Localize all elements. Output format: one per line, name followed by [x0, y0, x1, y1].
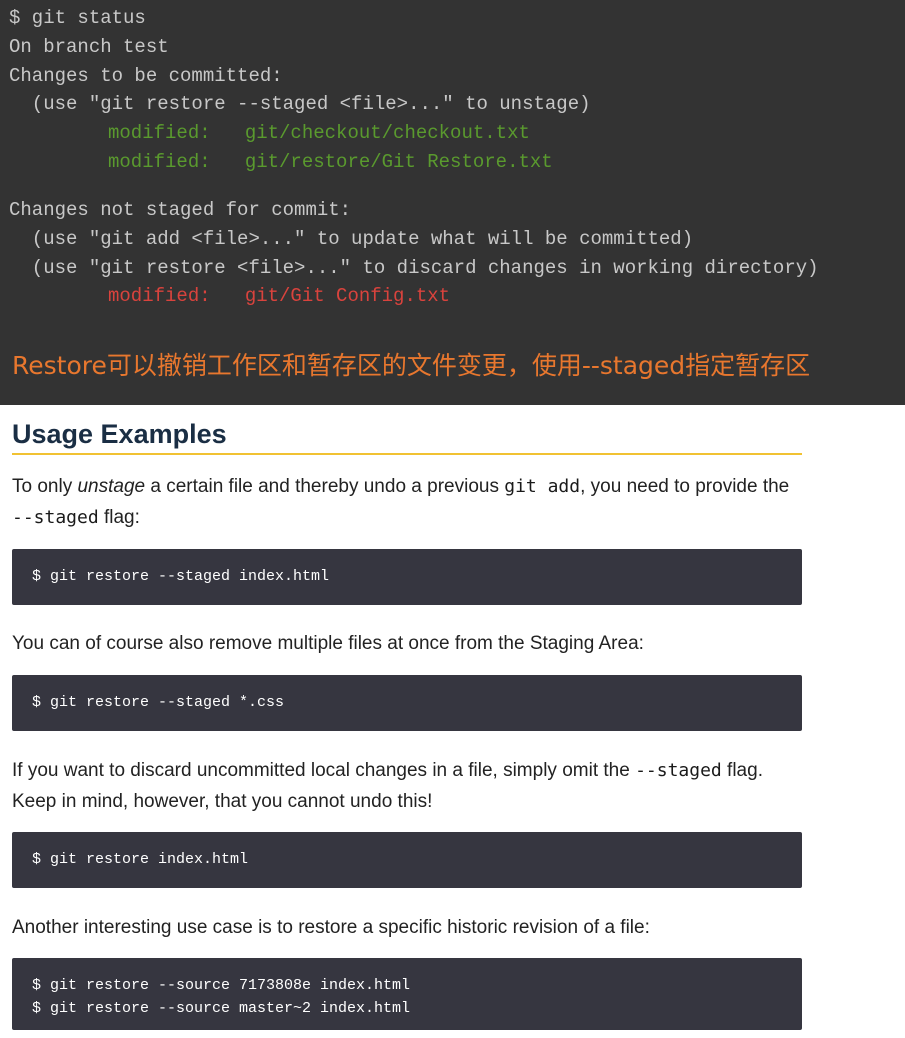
inline-code: git add: [504, 476, 581, 497]
code-line: $ git restore index.html: [32, 851, 249, 868]
terminal-line: Changes to be committed:: [9, 65, 283, 87]
terminal-line: Changes not staged for commit:: [9, 199, 352, 221]
code-line: $ git restore --source master~2 index.ht…: [32, 1000, 411, 1017]
terminal-staged-line: modified: git/checkout/checkout.txt: [108, 122, 530, 144]
code-block: $ git restore --staged *.css: [12, 675, 802, 731]
code-block: $ git restore --source 7173808e index.ht…: [12, 958, 802, 1030]
terminal-line: On branch test: [9, 36, 169, 58]
terminal-line: (use "git restore <file>..." to discard …: [9, 257, 819, 279]
section-heading: Usage Examples: [12, 419, 227, 449]
code-block: $ git restore index.html: [12, 832, 802, 888]
text: flag:: [98, 507, 140, 528]
code-block: $ git restore --staged index.html: [12, 549, 802, 605]
inline-code: --staged: [12, 507, 99, 528]
code-line: $ git restore --source 7173808e index.ht…: [32, 977, 411, 994]
paragraph-unstage: To only unstage a certain file and there…: [12, 471, 802, 533]
code-line: $ git restore --staged *.css: [32, 694, 285, 711]
text: To only: [12, 476, 78, 497]
terminal-line: $ git status: [9, 7, 146, 29]
heading-underline: [12, 453, 802, 455]
terminal-unstaged-line: modified: git/Git Config.txt: [108, 285, 451, 307]
paragraph-discard-changes: If you want to discard uncommitted local…: [12, 755, 802, 817]
inline-code: --staged: [635, 760, 722, 781]
text: If you want to discard uncommitted local…: [12, 760, 636, 781]
paragraph-historic-revision: Another interesting use case is to resto…: [12, 917, 650, 938]
terminal-line: (use "git restore --staged <file>..." to…: [9, 93, 591, 115]
emphasis-text: unstage: [77, 476, 146, 497]
terminal-line: (use "git add <file>..." to update what …: [9, 228, 694, 250]
text: a certain file and thereby undo a previo…: [145, 476, 505, 497]
terminal-screenshot: $ git status On branch test Changes to b…: [0, 0, 905, 405]
terminal-staged-line: modified: git/restore/Git Restore.txt: [108, 151, 553, 173]
text: , you need to provide the: [580, 476, 790, 497]
paragraph-multiple-files: You can of course also remove multiple f…: [12, 633, 644, 654]
screenshot-caption: Restore可以撤销工作区和暂存区的文件变更，使用--staged指定暂存区: [12, 351, 811, 380]
code-line: $ git restore --staged index.html: [32, 568, 330, 585]
